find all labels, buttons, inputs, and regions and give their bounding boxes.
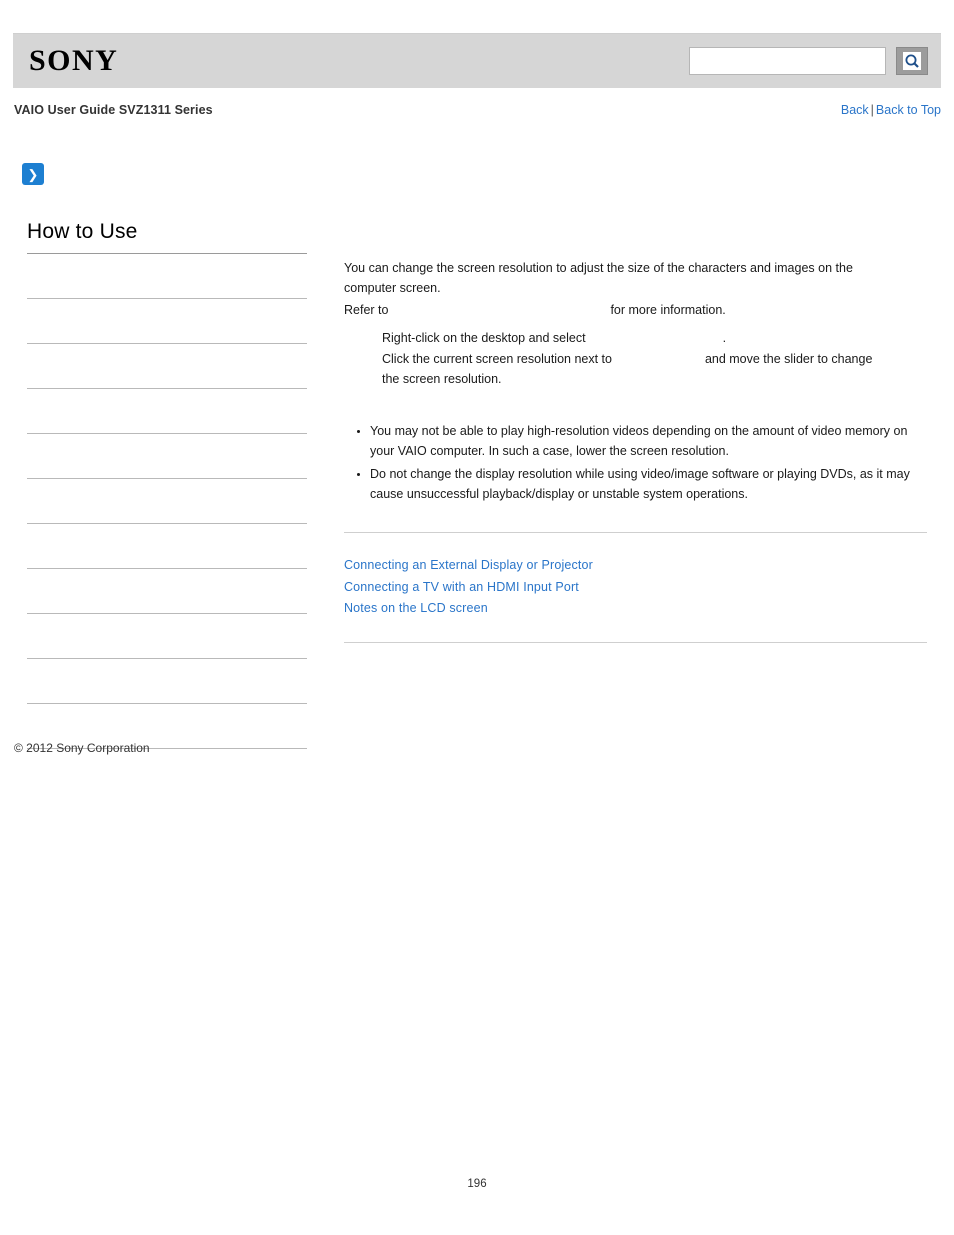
refer-paragraph: Refer to for more information. [344, 300, 927, 320]
content-divider-top [344, 532, 927, 533]
chevron-right-icon: ❯ [22, 163, 44, 185]
related-link-hdmi-tv[interactable]: Connecting a TV with an HDMI Input Port [344, 577, 927, 599]
step-1-text-after: . [722, 331, 727, 345]
sidebar-item-8[interactable] [27, 569, 307, 614]
search-icon [903, 52, 921, 70]
sony-logo: SONY [29, 44, 119, 77]
sidebar-item-5[interactable] [27, 434, 307, 479]
intro-paragraph: You can change the screen resolution to … [344, 258, 927, 298]
intro-line-2: computer screen. [344, 281, 441, 295]
sidebar-item-9[interactable] [27, 614, 307, 659]
step-2-text-line2: the screen resolution. [382, 372, 502, 386]
step-2-text-before: Click the current screen resolution next… [382, 352, 612, 366]
steps-list: Right-click on the desktop and select . … [344, 328, 927, 389]
content-divider-bottom [344, 641, 927, 643]
sidebar-item-6[interactable] [27, 479, 307, 524]
notes-list: You may not be able to play high-resolut… [344, 421, 927, 504]
main-content: You can change the screen resolution to … [344, 258, 927, 643]
step-item-2: Click the current screen resolution next… [344, 349, 927, 389]
related-link-lcd-notes[interactable]: Notes on the LCD screen [344, 598, 927, 620]
top-navigation: Back | Back to Top [841, 103, 941, 117]
search-button[interactable] [896, 47, 928, 75]
sidebar-item-3[interactable] [27, 344, 307, 389]
sidebar-item-7[interactable] [27, 524, 307, 569]
sidebar: How to Use [27, 220, 307, 749]
note-item: Do not change the display resolution whi… [370, 464, 927, 504]
sidebar-item-1[interactable] [27, 254, 307, 299]
related-link-external-display[interactable]: Connecting an External Display or Projec… [344, 555, 927, 577]
sidebar-item-10[interactable] [27, 659, 307, 704]
step-2-text-after: and move the slider to change [704, 352, 873, 366]
refer-suffix: for more information. [610, 303, 726, 317]
sidebar-item-2[interactable] [27, 299, 307, 344]
back-to-top-link[interactable]: Back to Top [876, 103, 941, 117]
step-item-1: Right-click on the desktop and select . [344, 328, 927, 348]
related-topics: Connecting an External Display or Projec… [344, 555, 927, 620]
search-field-wrapper[interactable] [689, 47, 886, 75]
page-number: 196 [467, 1178, 487, 1190]
guide-title: VAIO User Guide SVZ1311 Series [14, 103, 213, 117]
copyright-text: © 2012 Sony Corporation [14, 741, 150, 755]
search-input[interactable] [690, 48, 885, 74]
back-link[interactable]: Back [841, 103, 869, 117]
intro-line-1: You can change the screen resolution to … [344, 261, 853, 275]
step-1-text-before: Right-click on the desktop and select [382, 331, 586, 345]
note-item: You may not be able to play high-resolut… [370, 421, 927, 461]
sidebar-item-4[interactable] [27, 389, 307, 434]
refer-prefix: Refer to [344, 303, 389, 317]
sidebar-title: How to Use [27, 220, 307, 254]
nav-separator: | [870, 103, 874, 117]
site-header: SONY [13, 33, 941, 88]
notes-section: You may not be able to play high-resolut… [344, 421, 927, 504]
